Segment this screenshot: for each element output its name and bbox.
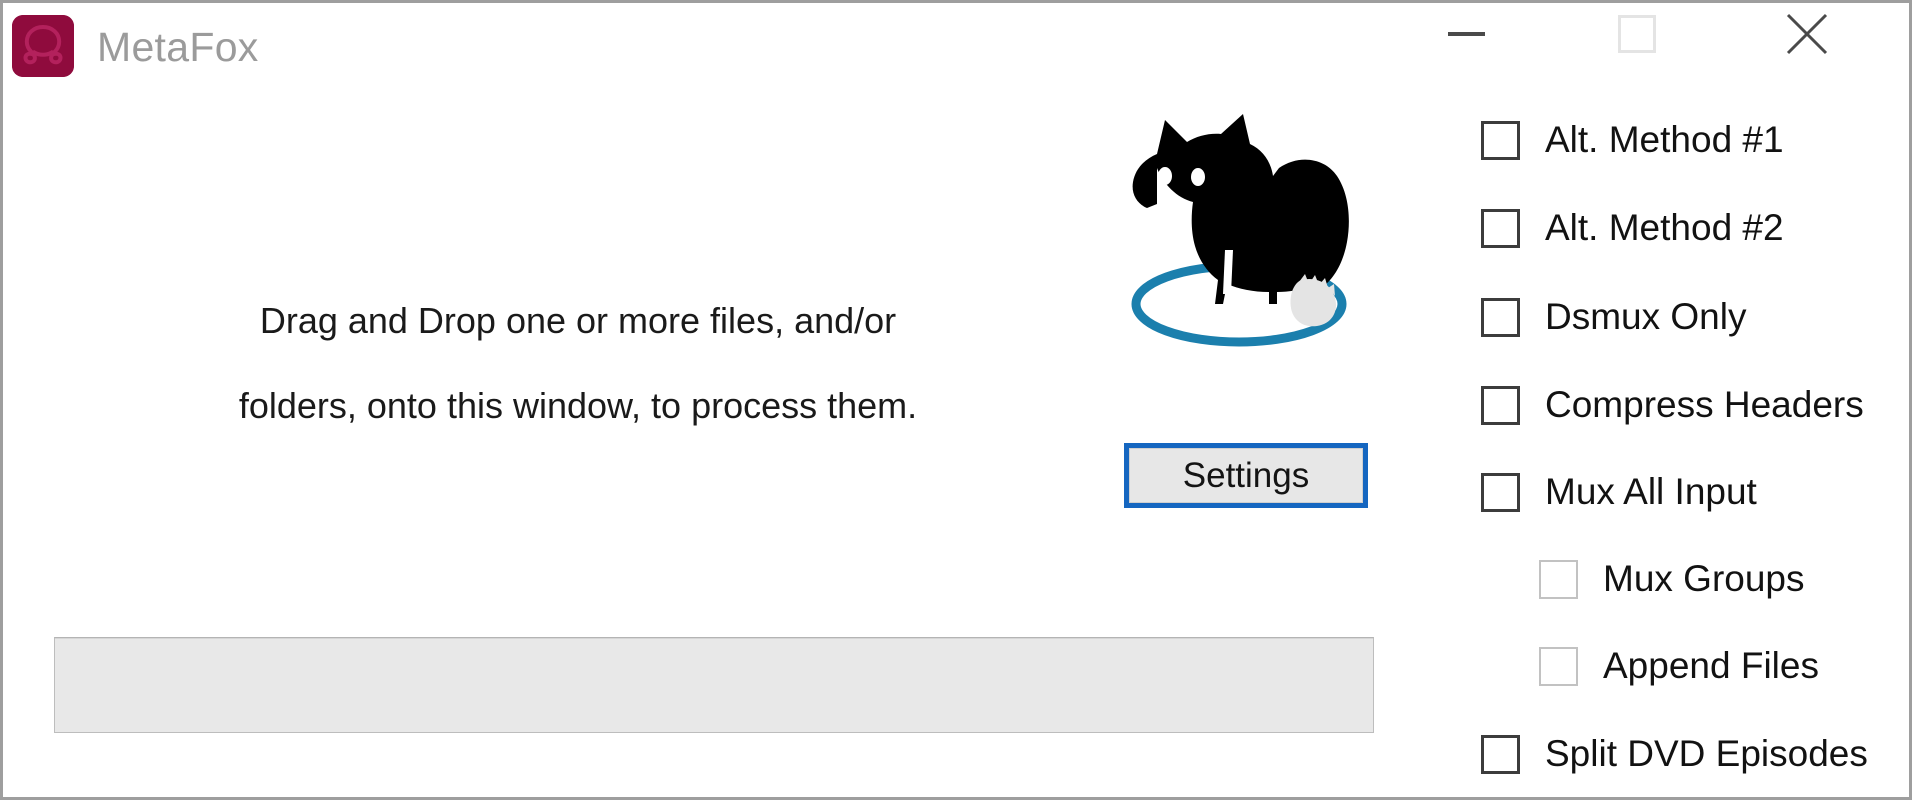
option-label-dsmux-only: Dsmux Only <box>1545 296 1747 337</box>
option-label-alt-method-2: Alt. Method #2 <box>1545 207 1784 248</box>
option-label-mux-all-input: Mux All Input <box>1545 471 1757 512</box>
options-panel: Alt. Method #1 Alt. Method #2 Dsmux Only… <box>1481 107 1909 797</box>
option-label-append-files: Append Files <box>1603 645 1819 686</box>
option-label-compress-headers: Compress Headers <box>1545 384 1864 425</box>
option-row-mux-all-input[interactable]: Mux All Input <box>1481 467 1757 517</box>
option-row-compress-headers[interactable]: Compress Headers <box>1481 380 1864 430</box>
drop-instructions: Drag and Drop one or more files, and/or … <box>143 278 1013 448</box>
option-row-alt-method-1[interactable]: Alt. Method #1 <box>1481 115 1784 165</box>
checkbox-mux-groups[interactable] <box>1539 559 1578 599</box>
checkbox-alt-method-2[interactable] <box>1481 208 1520 248</box>
option-row-alt-method-2[interactable]: Alt. Method #2 <box>1481 203 1784 253</box>
close-icon <box>1786 13 1827 55</box>
option-row-mux-groups[interactable]: Mux Groups <box>1539 554 1805 604</box>
minimize-button[interactable] <box>1420 3 1513 65</box>
maximize-button[interactable] <box>1590 3 1683 65</box>
option-row-split-dvd-episodes[interactable]: Split DVD Episodes <box>1481 729 1868 779</box>
drop-instructions-line-1: Drag and Drop one or more files, and/or <box>259 300 897 341</box>
metafox-window: MetaFox Drag and Drop one or more files,… <box>0 0 1912 800</box>
minimize-icon <box>1448 32 1485 36</box>
checkbox-mux-all-input[interactable] <box>1481 472 1520 512</box>
option-row-append-files[interactable]: Append Files <box>1539 641 1819 691</box>
drop-instructions-line-2: folders, onto this window, to process th… <box>238 385 918 426</box>
checkbox-split-dvd-episodes[interactable] <box>1481 734 1520 774</box>
metafox-app-icon <box>12 15 74 77</box>
option-label-split-dvd-episodes: Split DVD Episodes <box>1545 733 1868 774</box>
option-label-mux-groups: Mux Groups <box>1603 558 1805 599</box>
title-bar[interactable]: MetaFox <box>3 3 1909 99</box>
checkbox-dsmux-only[interactable] <box>1481 297 1520 337</box>
settings-button-label: Settings <box>1182 455 1310 495</box>
option-row-dsmux-only[interactable]: Dsmux Only <box>1481 292 1746 342</box>
checkbox-compress-headers[interactable] <box>1481 385 1520 425</box>
option-label-alt-method-1: Alt. Method #1 <box>1545 119 1784 160</box>
checkbox-alt-method-1[interactable] <box>1481 120 1520 160</box>
file-list-box[interactable] <box>54 637 1374 733</box>
settings-button[interactable]: Settings <box>1124 443 1368 508</box>
maximize-icon <box>1617 15 1656 53</box>
close-button[interactable] <box>1760 3 1853 65</box>
window-title: MetaFox <box>97 24 259 70</box>
metafox-fox-logo <box>1103 108 1368 363</box>
checkbox-append-files[interactable] <box>1539 646 1578 686</box>
